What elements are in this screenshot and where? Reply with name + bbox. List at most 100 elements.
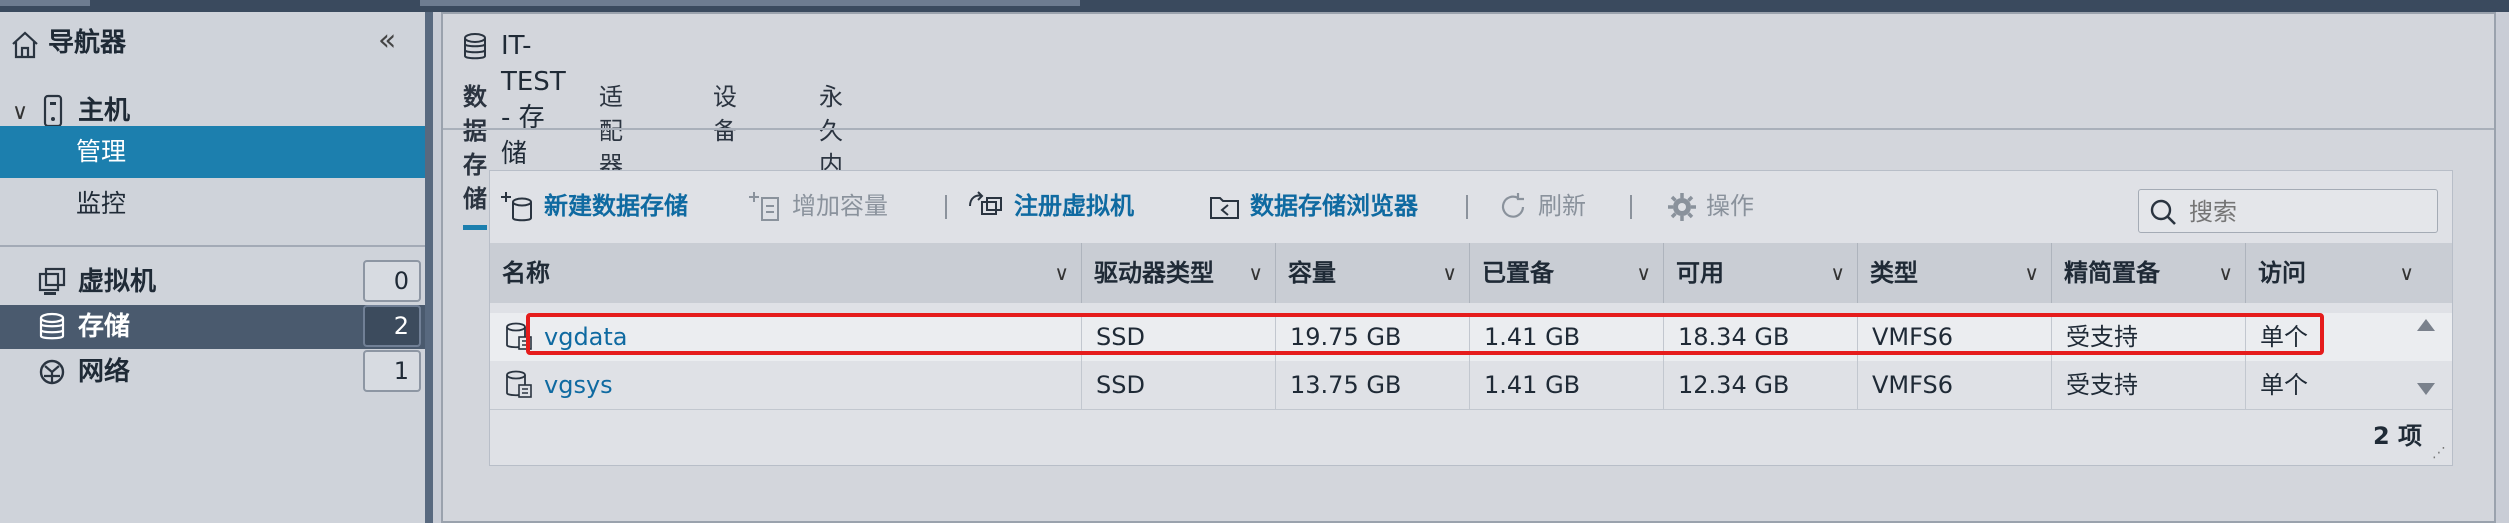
chevron-down-icon[interactable]: ∨	[1636, 243, 1651, 303]
cell-type: VMFS6	[1858, 361, 2052, 409]
sidebar-item-label: 虚拟机	[78, 267, 157, 297]
highlight-box	[526, 313, 2324, 355]
column-label: 容量	[1288, 259, 1336, 287]
register-vm-icon	[969, 191, 1002, 215]
new-datastore-button[interactable]: 新建数据存储	[500, 188, 688, 224]
count-badge: 0	[363, 260, 421, 302]
scroll-down-arrow-icon[interactable]	[2417, 383, 2435, 395]
navigator-header: 导航器 «	[0, 12, 425, 74]
top-bar	[0, 0, 2509, 12]
sidebar-item-vms[interactable]: 虚拟机 0	[0, 260, 425, 304]
datastore-name-link[interactable]: vgsys	[544, 361, 613, 409]
collapse-navigator-icon[interactable]: «	[378, 24, 396, 58]
sidebar-item-label: 主机	[78, 96, 131, 126]
column-header-type[interactable]: 类型 ∨	[1858, 243, 2052, 303]
navigator-sidebar: 导航器 « ∨ 主机 管理 监控 虚拟机 0 存储 2 网络 1	[0, 12, 433, 523]
toolbar-separator	[1630, 195, 1632, 219]
main-content: IT-TEST - 存储 数据存储 适配器 设备 永久内存 新建数据存储 增加容…	[441, 12, 2496, 523]
resize-grip-icon[interactable]: ⋰	[2432, 445, 2446, 461]
cell-provisioned: 1.41 GB	[1470, 361, 1664, 409]
gear-icon	[1668, 193, 1696, 221]
divider	[0, 245, 425, 247]
cell-access: 单个	[2260, 371, 2308, 399]
column-label: 名称	[502, 259, 550, 287]
database-icon	[464, 33, 486, 60]
cell-name: vgsys	[490, 361, 1082, 409]
table-row[interactable]: vgsys SSD 13.75 GB 1.41 GB 12.34 GB VMFS…	[490, 361, 2452, 410]
search-box[interactable]	[2138, 189, 2438, 233]
chevron-down-icon[interactable]: ∨	[1830, 243, 1845, 303]
database-icon	[39, 312, 65, 340]
datastore-browser-label: 数据存储浏览器	[1250, 192, 1418, 220]
column-header-provisioned[interactable]: 已置备 ∨	[1470, 243, 1664, 303]
navigator-title: 导航器	[48, 28, 127, 58]
tab-adapters[interactable]: 适配器	[599, 80, 623, 182]
increase-capacity-label: 增加容量	[792, 192, 888, 220]
new-datastore-label: 新建数据存储	[544, 192, 688, 220]
actions-button[interactable]: 操作	[1666, 188, 1754, 224]
item-count: 2 项	[2372, 422, 2422, 450]
increase-capacity-icon	[749, 192, 779, 221]
top-tab-hint	[0, 0, 90, 6]
column-label: 已置备	[1482, 259, 1554, 287]
top-tab-hint	[420, 0, 1080, 6]
toolbar-separator	[945, 195, 947, 219]
increase-capacity-button[interactable]: 增加容量	[748, 188, 888, 224]
datastore-browser-button[interactable]: 数据存储浏览器	[1208, 188, 1418, 224]
vm-icon	[38, 267, 66, 295]
chevron-down-icon[interactable]: ∨	[2024, 243, 2039, 303]
sidebar-item-label: 管理	[76, 137, 127, 166]
register-vm-button[interactable]: 注册虚拟机	[968, 188, 1134, 224]
sidebar-item-label: 存储	[78, 312, 131, 342]
host-icon	[43, 94, 63, 128]
sidebar-item-manage[interactable]: 管理	[0, 126, 425, 178]
table-header: 名称 ∨ 驱动器类型 ∨ 容量 ∨ 已置备 ∨ 可用 ∨ 类型 ∨ 精简置备 ∨ 访问 ∨	[490, 243, 2452, 303]
tab-underline	[443, 128, 2494, 130]
column-label: 可用	[1676, 259, 1724, 287]
tab-datastores[interactable]: 数据存储	[463, 80, 487, 230]
search-input[interactable]	[2187, 194, 2431, 230]
sidebar-item-storage[interactable]: 存储 2	[0, 305, 425, 349]
chevron-down-icon[interactable]: ∨	[12, 100, 28, 125]
cell-thin-provisioning: 受支持	[2052, 361, 2246, 409]
column-label: 精简置备	[2064, 259, 2160, 287]
toolbar-separator	[1466, 195, 1468, 219]
tab-devices[interactable]: 设备	[713, 80, 737, 148]
cell-free: 12.34 GB	[1664, 361, 1858, 409]
column-label: 驱动器类型	[1094, 259, 1214, 287]
column-header-free[interactable]: 可用 ∨	[1664, 243, 1858, 303]
chevron-down-icon[interactable]: ∨	[2218, 243, 2233, 303]
count-badge: 2	[363, 305, 421, 347]
search-icon	[2150, 199, 2176, 225]
column-header-drive-type[interactable]: 驱动器类型 ∨	[1082, 243, 1276, 303]
register-vm-label: 注册虚拟机	[1014, 192, 1134, 220]
sidebar-item-label: 网络	[78, 357, 131, 387]
chevron-down-icon[interactable]: ∨	[1248, 243, 1263, 303]
chevron-down-icon[interactable]: ∨	[2399, 243, 2414, 303]
sidebar-item-network[interactable]: 网络 1	[0, 350, 425, 394]
column-header-name[interactable]: 名称 ∨	[490, 243, 1082, 303]
refresh-label: 刷新	[1538, 192, 1586, 220]
datastore-icon	[506, 370, 532, 398]
sidebar-item-monitor[interactable]: 监控	[0, 178, 425, 230]
toolbar: 新建数据存储 增加容量 注册虚拟机 数据存储浏览器 刷新 操作 搜索	[490, 171, 2452, 241]
network-icon	[39, 359, 65, 385]
count-badge: 1	[363, 350, 421, 392]
chevron-down-icon[interactable]: ∨	[1054, 243, 1069, 303]
actions-label: 操作	[1706, 192, 1754, 220]
column-label: 类型	[1870, 259, 1918, 287]
column-header-thin-provisioning[interactable]: 精简置备 ∨	[2052, 243, 2246, 303]
datastore-panel: 新建数据存储 增加容量 注册虚拟机 数据存储浏览器 刷新 操作 搜索 名称 ∨ …	[489, 170, 2453, 466]
home-icon[interactable]	[10, 30, 40, 60]
new-datastore-icon	[501, 192, 532, 222]
column-header-capacity[interactable]: 容量 ∨	[1276, 243, 1470, 303]
column-label: 访问	[2258, 259, 2306, 287]
cell-drive-type: SSD	[1082, 361, 1276, 409]
chevron-down-icon[interactable]: ∨	[1442, 243, 1457, 303]
refresh-icon	[1501, 193, 1525, 218]
column-header-access[interactable]: 访问 ∨	[2246, 243, 2426, 303]
sidebar-item-label: 监控	[76, 189, 127, 218]
datastore-browser-icon	[1210, 197, 1239, 219]
refresh-button[interactable]: 刷新	[1496, 188, 1586, 224]
scroll-up-arrow-icon[interactable]	[2417, 319, 2435, 331]
